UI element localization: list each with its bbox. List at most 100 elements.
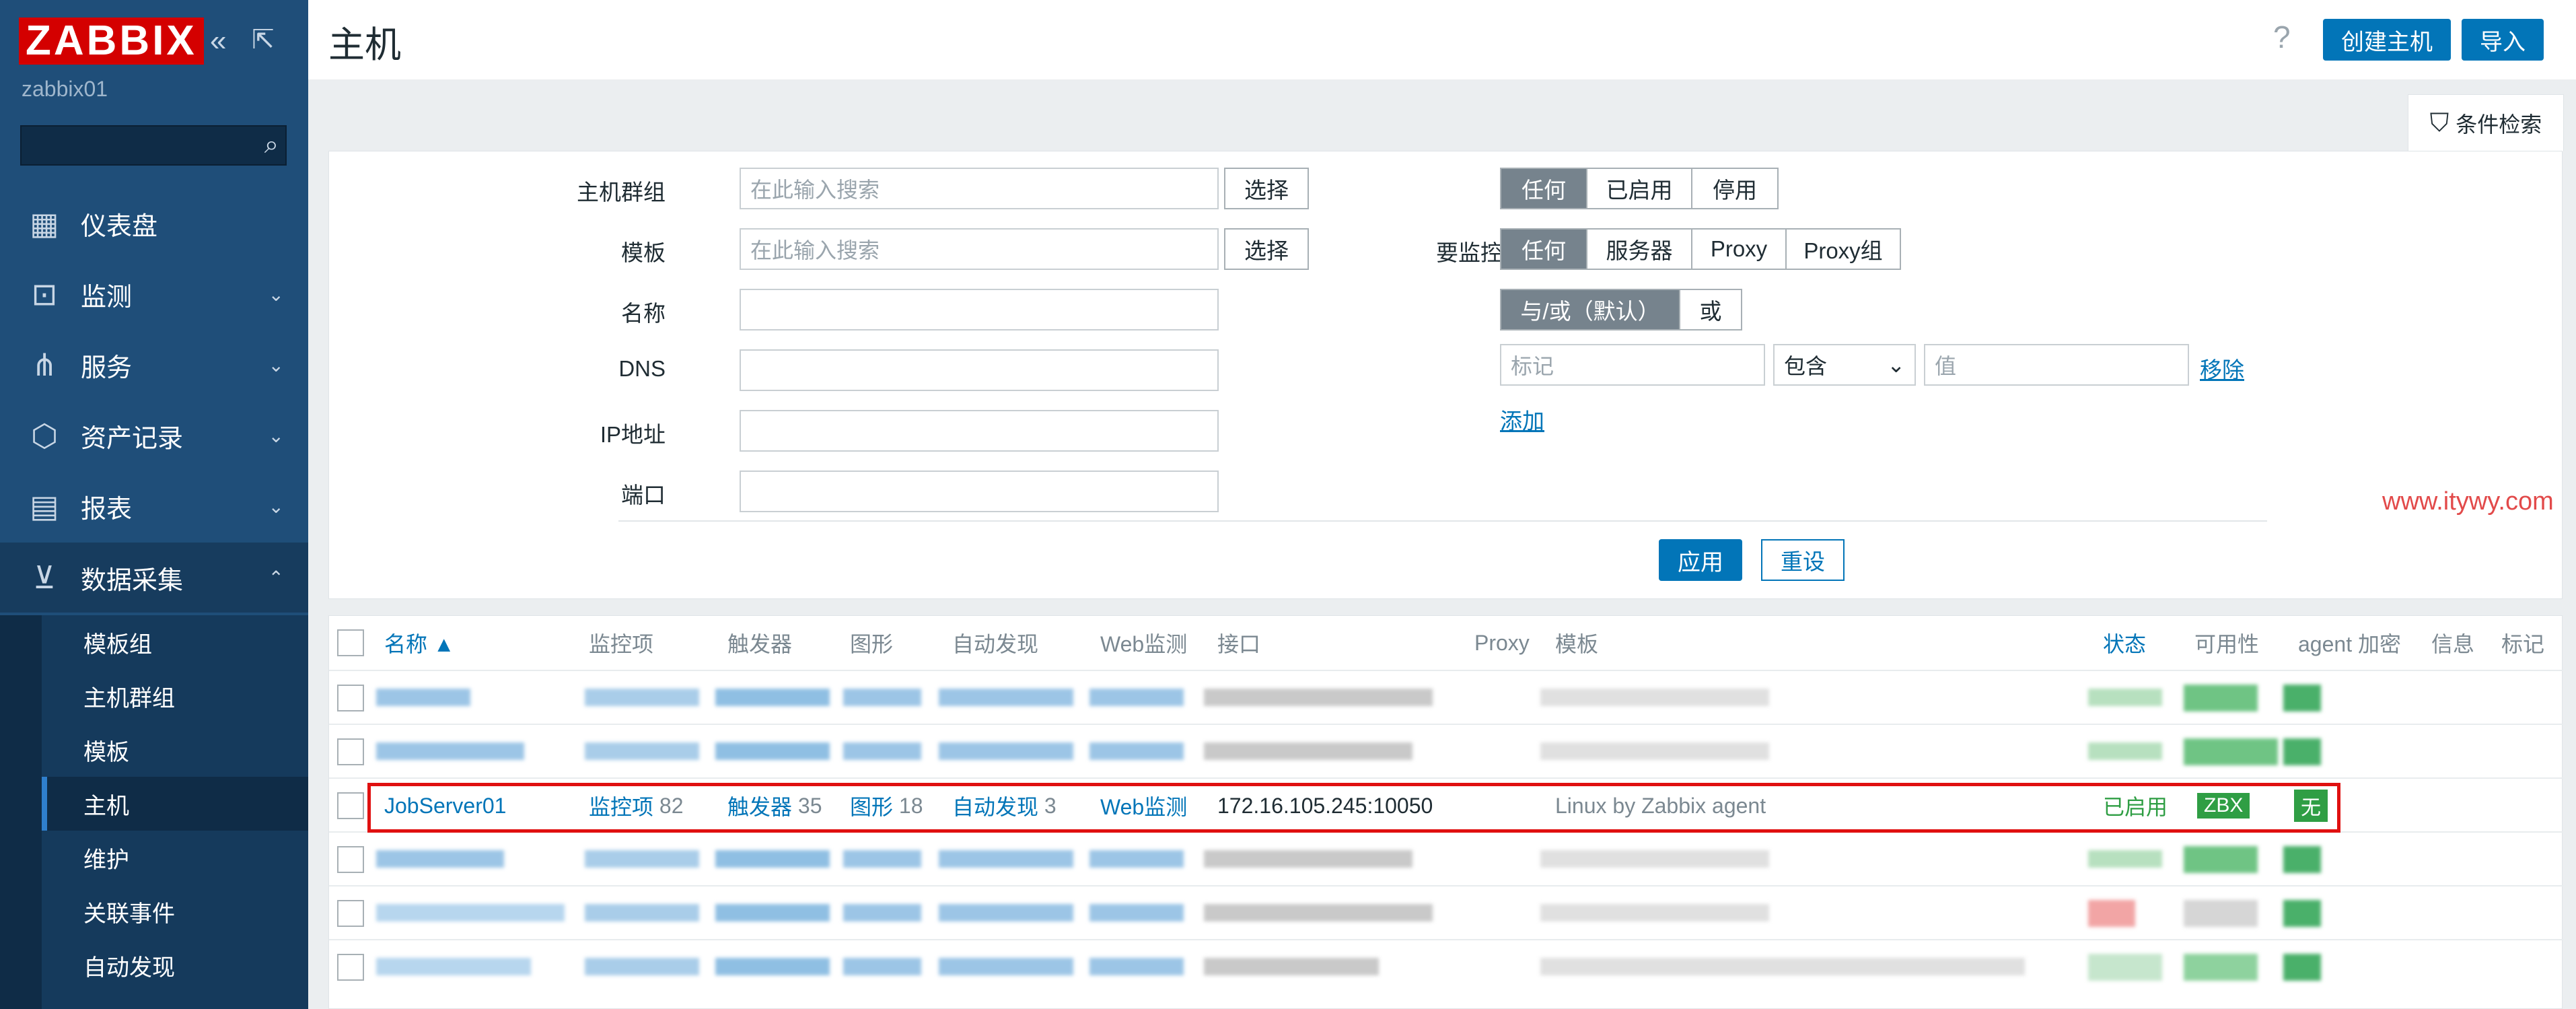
search-icon[interactable]: ⌕ — [264, 131, 279, 160]
apply-button[interactable]: 应用 — [1659, 539, 1742, 581]
sidebar: ZABBIX « ⇱ zabbix01 ⌕ ▦ 仪表盘 ⊡ 监测 ⌄ ⋔ 服务 … — [0, 0, 314, 1009]
submenu-maintenance[interactable]: 维护 — [42, 831, 308, 884]
monitored-server[interactable]: 服务器 — [1587, 230, 1692, 269]
menu-item-services[interactable]: ⋔ 服务 ⌄ — [0, 330, 308, 400]
submenu-template-groups[interactable]: 模板组 — [42, 615, 308, 669]
blurred-cell — [2088, 689, 2162, 706]
templates-select-button[interactable]: 选择 — [1224, 228, 1309, 270]
blurred-cell — [1204, 958, 1379, 975]
tags-and-or[interactable]: 与/或（默认） — [1501, 290, 1680, 329]
tag-remove-link[interactable]: 移除 — [2200, 352, 2244, 384]
dns-field[interactable] — [740, 349, 1219, 391]
row-checkbox[interactable] — [337, 738, 364, 765]
tags-or[interactable]: 或 — [1680, 290, 1741, 329]
submenu-host-groups[interactable]: 主机群组 — [42, 669, 308, 723]
submenu-discovery[interactable]: 自动发现 — [42, 938, 308, 992]
menu-item-monitoring[interactable]: ⊡ 监测 ⌄ — [0, 259, 308, 329]
filter-panel: 主机群组 在此输入搜索 选择 模板 在此输入搜索 选择 名称 DNS IP地址 … — [328, 151, 2563, 599]
monitored-proxy[interactable]: Proxy — [1692, 230, 1787, 269]
col-triggers: 触发器 — [727, 632, 793, 656]
blurred-cell — [1540, 742, 1769, 760]
blurred-cell — [843, 904, 921, 921]
menu-item-dashboard[interactable]: ▦ 仪表盘 — [0, 188, 308, 258]
name-field[interactable] — [740, 289, 1219, 330]
ip-label: IP地址 — [600, 422, 666, 447]
reset-button[interactable]: 重设 — [1761, 539, 1845, 581]
blurred-cell — [939, 904, 1073, 921]
blurred-cell — [2184, 738, 2278, 765]
blurred-cell — [2088, 850, 2162, 868]
blurred-cell — [376, 958, 531, 975]
server-name: zabbix01 — [22, 77, 108, 101]
blurred-cell — [2283, 846, 2321, 873]
chevron-up-icon: ⌃ — [268, 567, 284, 588]
import-button[interactable]: 导入 — [2462, 19, 2544, 61]
help-icon[interactable]: ? — [2273, 19, 2291, 55]
row-checkbox[interactable] — [337, 900, 364, 927]
submenu-event-correlation[interactable]: 关联事件 — [42, 884, 308, 938]
blurred-cell — [715, 742, 830, 760]
search-input[interactable]: ⌕ — [20, 125, 287, 166]
blurred-cell — [715, 958, 830, 975]
ip-field[interactable] — [740, 410, 1219, 452]
create-host-button[interactable]: 创建主机 — [2323, 19, 2451, 61]
menu-label: 监测 — [81, 283, 133, 312]
table-row — [329, 670, 2563, 725]
kiosk-mode-icon[interactable]: ⇱ — [252, 24, 275, 55]
blurred-cell — [585, 904, 699, 921]
blurred-cell — [376, 904, 565, 921]
blurred-cell — [2184, 954, 2258, 981]
menu-item-data-collection[interactable]: ⊻ 数据采集 ⌃ — [0, 543, 308, 613]
tag-name-input[interactable]: 标记 — [1500, 344, 1765, 386]
chevron-down-icon: ⌄ — [268, 354, 284, 376]
status-any[interactable]: 任何 — [1501, 169, 1587, 208]
submenu-templates[interactable]: 模板 — [42, 723, 308, 777]
table-row — [329, 885, 2563, 940]
blurred-cell — [2283, 738, 2321, 765]
tag-add-link[interactable]: 添加 — [1500, 403, 1544, 436]
status-enabled[interactable]: 已启用 — [1587, 169, 1692, 208]
blurred-cell — [1089, 742, 1184, 760]
blurred-cell — [376, 742, 524, 760]
host-groups-select-button[interactable]: 选择 — [1224, 168, 1309, 209]
submenu-label: 模板 — [83, 739, 129, 765]
host-groups-input[interactable]: 在此输入搜索 — [740, 168, 1219, 209]
blurred-cell — [1089, 904, 1184, 921]
chevron-down-icon: ⌄ — [268, 495, 284, 517]
filter-tab-label: 条件检索 — [2456, 112, 2542, 137]
table-row — [329, 939, 2563, 994]
row-checkbox[interactable] — [337, 792, 364, 819]
zabbix-logo[interactable]: ZABBIX — [19, 18, 204, 65]
collapse-sidebar-icon[interactable]: « — [210, 24, 226, 58]
menu-item-reports[interactable]: ▤ 报表 ⌄ — [0, 471, 308, 541]
col-name[interactable]: 名称 ▲ — [384, 616, 455, 670]
blurred-cell — [2283, 685, 2321, 711]
col-web: Web监测 — [1100, 632, 1188, 656]
filter-tab[interactable]: ⛉ 条件检索 — [2408, 94, 2564, 151]
services-icon: ⋔ — [31, 347, 58, 382]
status-disabled[interactable]: 停用 — [1692, 169, 1777, 208]
select-all-checkbox[interactable] — [337, 629, 364, 656]
blurred-cell — [715, 689, 830, 706]
port-field[interactable] — [740, 471, 1219, 512]
menu-item-inventory[interactable]: ⬡ 资产记录 ⌄ — [0, 401, 308, 471]
row-checkbox[interactable] — [337, 685, 364, 711]
col-tags: 标记 — [2501, 632, 2545, 656]
row-checkbox[interactable] — [337, 846, 364, 873]
blurred-cell — [1204, 850, 1412, 868]
port-label: 端口 — [621, 483, 666, 508]
blurred-cell — [2184, 900, 2258, 927]
monitored-proxy-group[interactable]: Proxy组 — [1787, 230, 1900, 269]
annotation-highlight-box — [367, 783, 2340, 833]
row-checkbox[interactable] — [337, 954, 364, 981]
tag-value-input[interactable]: 值 — [1924, 344, 2189, 386]
monitored-any[interactable]: 任何 — [1501, 230, 1587, 269]
data-collection-submenu: 模板组 主机群组 模板 主机 维护 关联事件 自动发现 — [0, 615, 314, 1009]
templates-input[interactable]: 在此输入搜索 — [740, 228, 1219, 270]
chevron-down-icon: ⌄ — [268, 425, 284, 446]
filter-divider — [618, 520, 2267, 522]
blurred-cell — [585, 850, 699, 868]
col-status[interactable]: 状态 — [2103, 616, 2146, 670]
tag-operator-select[interactable]: 包含 ⌄ — [1773, 344, 1916, 386]
submenu-hosts[interactable]: 主机 — [42, 777, 314, 831]
